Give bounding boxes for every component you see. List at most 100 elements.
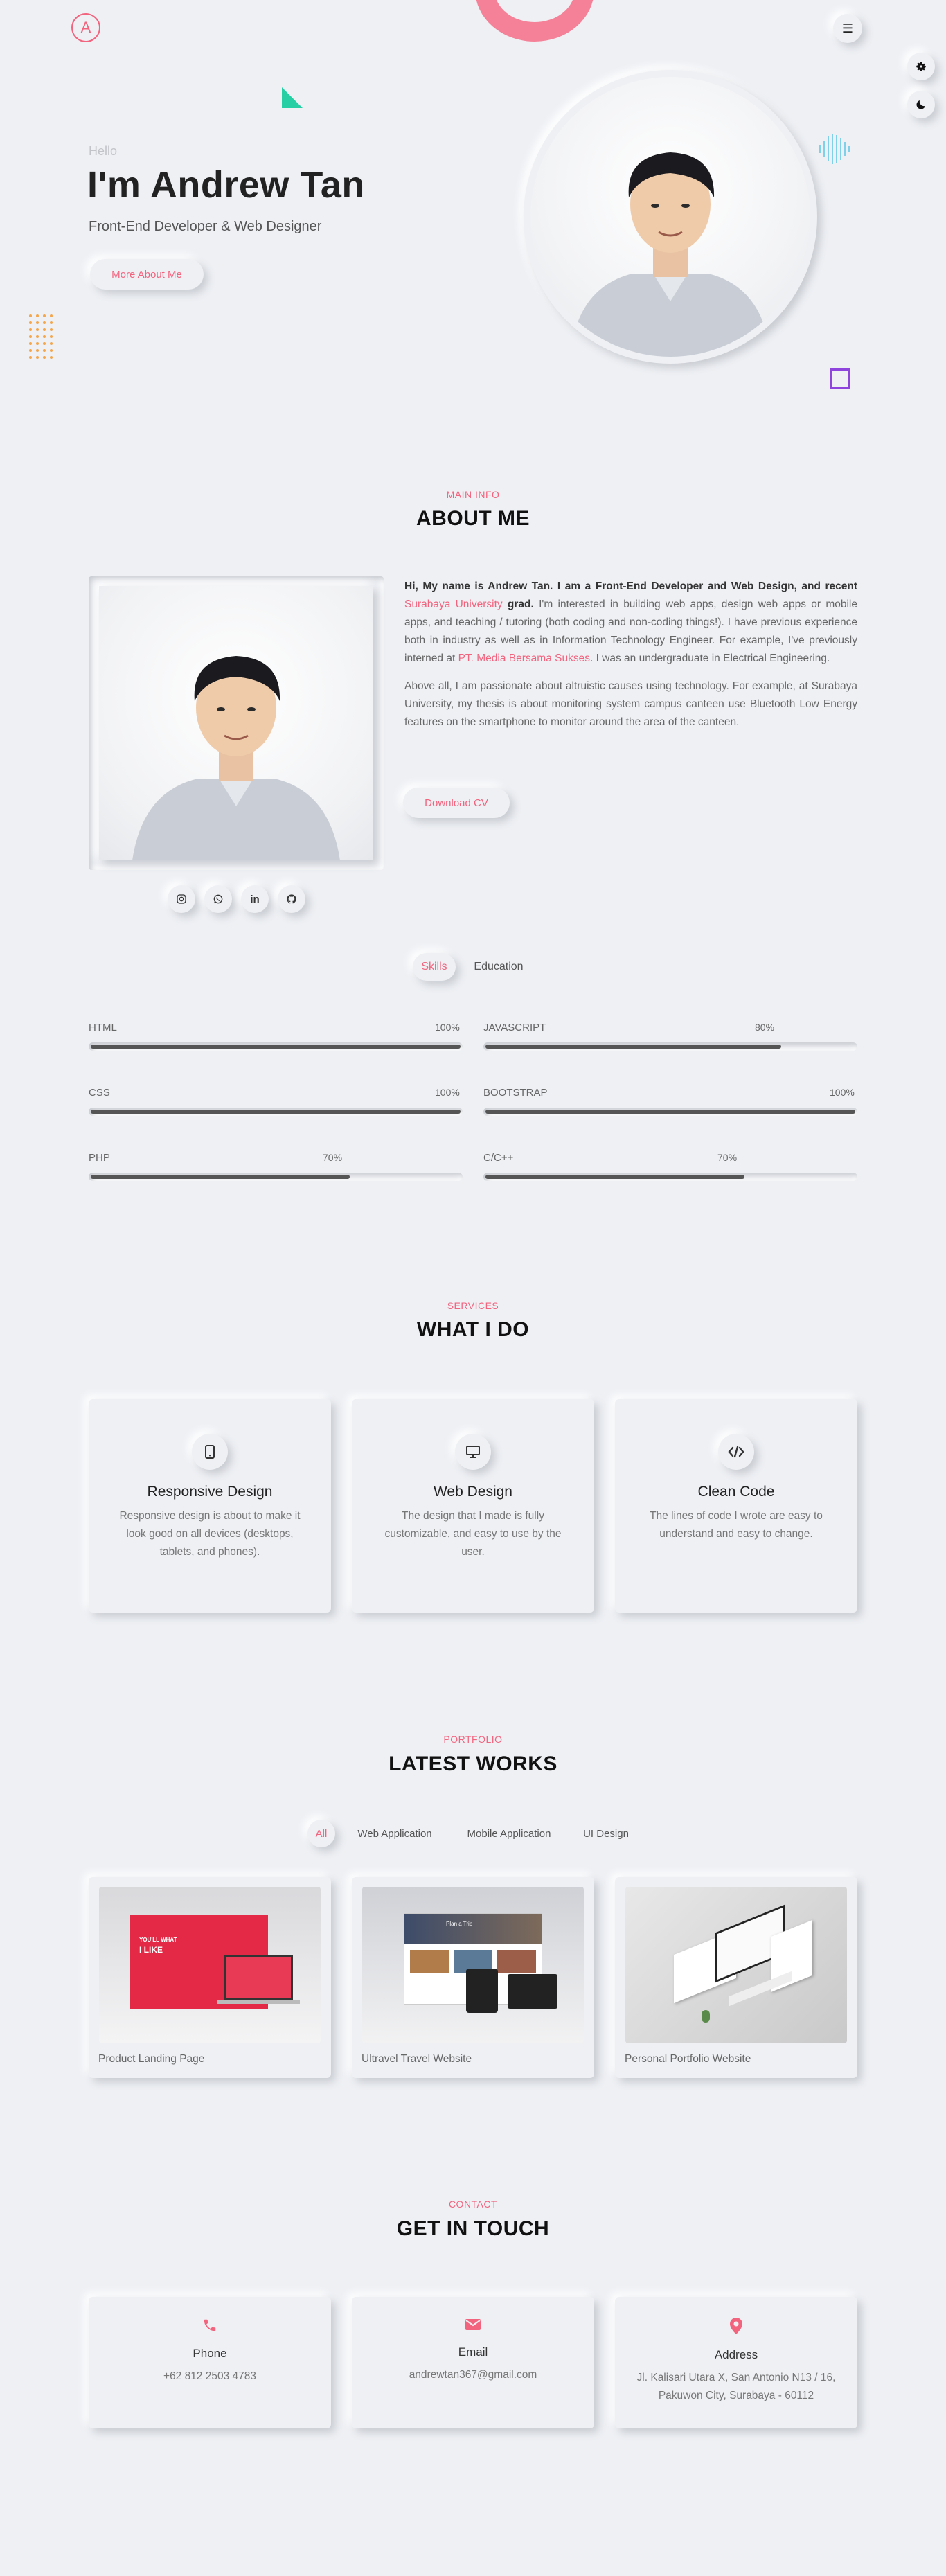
triangle-decor xyxy=(282,87,303,108)
skill-percent: 100% xyxy=(435,1022,460,1033)
work-card-ultravel[interactable]: Plan a Trip Ultravel Travel Website xyxy=(352,1877,594,2078)
skill-bar-track xyxy=(89,1042,463,1051)
mock-heading: YOU'LL WHAT xyxy=(139,1937,177,1943)
portfolio-title: LATEST WORKS xyxy=(389,1752,557,1775)
monitor-icon xyxy=(455,1434,491,1470)
skill-bar-track xyxy=(483,1173,857,1181)
github-link[interactable] xyxy=(278,885,305,913)
about-intro: Hi, My name is Andrew Tan. I am a Front-… xyxy=(404,580,857,592)
university-link[interactable]: Surabaya University xyxy=(404,598,503,610)
download-cv-button[interactable]: Download CV xyxy=(403,788,510,818)
contact-address-value: Jl. Kalisari Utara X, San Antonio N13 / … xyxy=(636,2372,836,2401)
skill-bar-fill xyxy=(485,1110,855,1114)
skill-name: C/C++ xyxy=(483,1152,514,1164)
contact-card-email: Email andrewtan367@gmail.com xyxy=(352,2297,594,2428)
work-title: Personal Portfolio Website xyxy=(625,2053,751,2065)
logo[interactable]: A xyxy=(71,13,100,42)
work-image xyxy=(625,1887,847,2043)
settings-button[interactable] xyxy=(907,53,935,80)
more-about-me-button[interactable]: More About Me xyxy=(90,259,204,290)
mock-sub: I LIKE xyxy=(139,1945,163,1955)
map-pin-icon xyxy=(730,2318,742,2338)
service-card-responsive: Responsive Design Responsive design is a… xyxy=(89,1399,331,1613)
dots-decor xyxy=(29,314,53,359)
skill-percent: 80% xyxy=(755,1022,775,1033)
skill-name: CSS xyxy=(89,1087,110,1099)
skill-bar-track xyxy=(483,1042,857,1051)
skill-bar-fill xyxy=(485,1175,744,1179)
services-subtitle: SERVICES xyxy=(447,1300,499,1311)
company-link[interactable]: PT. Media Bersama Sukses xyxy=(458,652,590,664)
contact-title-email: Email xyxy=(458,2345,488,2359)
skill-bar-track xyxy=(89,1173,463,1181)
contact-title: GET IN TOUCH xyxy=(396,2217,550,2240)
skill-percent: 100% xyxy=(435,1087,460,1098)
skill-bar-fill xyxy=(91,1110,461,1114)
service-desc: The design that I made is fully customiz… xyxy=(384,1510,562,1558)
hero-photo xyxy=(530,77,810,357)
hamburger-icon: ☰ xyxy=(841,21,854,35)
work-title: Product Landing Page xyxy=(98,2053,205,2065)
about-photo-frame xyxy=(89,576,384,870)
instagram-icon xyxy=(177,894,186,904)
square-decor xyxy=(830,368,850,389)
work-card-landing[interactable]: YOU'LL WHAT I LIKE Product Landing Page xyxy=(89,1877,331,2078)
about-title: ABOUT ME xyxy=(416,507,530,530)
portfolio-subtitle: PORTFOLIO xyxy=(443,1734,503,1745)
work-card-portfolio[interactable]: Personal Portfolio Website xyxy=(615,1877,857,2078)
filter-web-application[interactable]: Web Application xyxy=(346,1820,443,1847)
skill-name: BOOTSTRAP xyxy=(483,1087,548,1099)
soundwave-decor xyxy=(819,134,850,164)
whatsapp-icon xyxy=(213,894,223,904)
skill-percent: 70% xyxy=(323,1152,343,1163)
skill-name: HTML xyxy=(89,1022,117,1033)
about-text: Hi, My name is Andrew Tan. I am a Front-… xyxy=(404,578,857,741)
service-desc: The lines of code I wrote are easy to un… xyxy=(650,1510,823,1540)
mobile-icon xyxy=(192,1434,228,1470)
hero-photo-frame xyxy=(524,70,817,364)
skill-bar-track xyxy=(89,1108,463,1116)
filter-all[interactable]: All xyxy=(307,1820,335,1847)
skill-bar-fill xyxy=(91,1045,461,1049)
service-card-clean-code: Clean Code The lines of code I wrote are… xyxy=(615,1399,857,1613)
about-grad: grad. xyxy=(507,598,534,610)
envelope-icon xyxy=(465,2318,481,2336)
work-image: Plan a Trip xyxy=(362,1887,584,2043)
person-illustration-2 xyxy=(132,656,340,860)
skill-percent: 70% xyxy=(717,1152,738,1163)
filter-ui-design[interactable]: UI Design xyxy=(573,1820,639,1847)
logo-letter: A xyxy=(80,19,91,36)
whatsapp-link[interactable] xyxy=(204,885,232,913)
skill-percent: 100% xyxy=(830,1087,855,1098)
skill-name: PHP xyxy=(89,1152,110,1164)
dark-mode-button[interactable] xyxy=(907,91,935,118)
linkedin-link[interactable]: in xyxy=(241,885,269,913)
service-title: Web Design xyxy=(433,1484,512,1500)
skill-bar-track xyxy=(483,1108,857,1116)
contact-email-value[interactable]: andrewtan367@gmail.com xyxy=(362,2366,584,2384)
menu-button[interactable]: ☰ xyxy=(833,14,862,43)
github-icon xyxy=(287,894,296,904)
about-paragraph-1: Hi, My name is Andrew Tan. I am a Front-… xyxy=(404,578,857,668)
contact-card-address: Address Jl. Kalisari Utara X, San Antoni… xyxy=(615,2297,857,2428)
contact-phone-value[interactable]: +62 812 2503 4783 xyxy=(99,2368,321,2386)
code-icon xyxy=(718,1434,754,1470)
services-title: WHAT I DO xyxy=(416,1318,530,1341)
hero-greeting: Hello xyxy=(89,144,118,158)
about-subtitle: MAIN INFO xyxy=(446,489,500,500)
gear-icon xyxy=(916,62,926,71)
work-title: Ultravel Travel Website xyxy=(362,2053,472,2065)
about-photo xyxy=(99,586,373,860)
filter-mobile-application[interactable]: Mobile Application xyxy=(454,1820,564,1847)
tab-education[interactable]: Education xyxy=(464,953,533,981)
service-desc: Responsive design is about to make it lo… xyxy=(119,1510,301,1558)
moon-icon xyxy=(916,100,925,109)
contact-title-phone: Phone xyxy=(193,2347,227,2360)
phone-icon xyxy=(202,2318,217,2337)
contact-title-address: Address xyxy=(714,2348,758,2361)
linkedin-icon: in xyxy=(250,893,260,905)
instagram-link[interactable] xyxy=(168,885,195,913)
work-image: YOU'LL WHAT I LIKE xyxy=(99,1887,321,2043)
hero-role: Front-End Developer & Web Designer xyxy=(89,219,322,234)
tab-skills[interactable]: Skills xyxy=(413,953,456,981)
